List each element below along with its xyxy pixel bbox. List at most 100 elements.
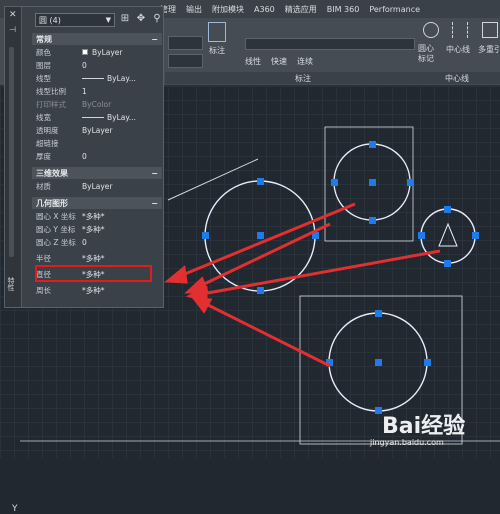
prop-value: 0 bbox=[82, 237, 87, 247]
prop-row-layer[interactable]: 图层 0 bbox=[32, 59, 162, 71]
grips-circle-4 bbox=[326, 310, 431, 414]
prop-row-plot-style[interactable]: 打印样式 ByColor bbox=[32, 98, 162, 110]
group-label-dimension[interactable]: 标注 bbox=[295, 73, 311, 84]
prop-row-material[interactable]: 材质 ByLayer bbox=[32, 180, 162, 192]
prop-key: 材质 bbox=[36, 181, 51, 191]
prop-row-linetype-scale[interactable]: 线型比例 1 bbox=[32, 85, 162, 97]
palette-scrollbar[interactable] bbox=[9, 47, 14, 257]
prop-row-radius[interactable]: 半径 *多种* bbox=[32, 252, 162, 264]
dimension-button[interactable]: 标注 bbox=[209, 45, 225, 56]
section-general[interactable]: 常规 − bbox=[32, 33, 162, 45]
prop-key: 线宽 bbox=[36, 112, 51, 122]
tab-addins[interactable]: 附加模块 bbox=[212, 4, 244, 15]
tab-bim360[interactable]: BIM 360 bbox=[327, 5, 360, 14]
select-objects-icon[interactable]: ✥ bbox=[135, 13, 147, 25]
prop-value: ByLayer bbox=[82, 48, 123, 57]
centerline-button[interactable]: 中心线 bbox=[446, 44, 470, 55]
prop-row-hyperlink[interactable]: 超链接 bbox=[32, 137, 162, 149]
prop-value: ByLayer bbox=[82, 181, 113, 191]
section-general-label: 常规 bbox=[36, 34, 52, 44]
lineweight-value: ByLay... bbox=[107, 112, 136, 122]
tab-a360[interactable]: A360 bbox=[254, 5, 275, 14]
prop-key: 圆心 X 坐标 bbox=[36, 211, 76, 221]
prop-key: 圆心 Z 坐标 bbox=[36, 237, 76, 247]
color-value: ByLayer bbox=[92, 47, 123, 57]
baidu-watermark: Bai经验 jingyan.baidu.com bbox=[352, 408, 492, 454]
triangle-object bbox=[438, 222, 458, 247]
ucs-y-label: Y bbox=[12, 504, 18, 514]
prop-key: 周长 bbox=[36, 285, 51, 295]
prop-value: *多种* bbox=[82, 253, 105, 263]
prop-value: 0 bbox=[82, 60, 87, 70]
continue-dim-button[interactable]: 连续 bbox=[297, 56, 313, 67]
prop-key: 打印样式 bbox=[36, 99, 66, 109]
color-swatch-icon bbox=[82, 49, 88, 55]
tab-featured-apps[interactable]: 精选应用 bbox=[285, 4, 317, 15]
pin-icon[interactable]: ⊣ bbox=[9, 25, 16, 34]
linetype-value: ByLay... bbox=[107, 73, 136, 83]
line-object bbox=[167, 158, 259, 201]
center-mark-icon[interactable] bbox=[423, 22, 439, 38]
ribbon-group-labels: 标注 中心线 bbox=[165, 72, 500, 84]
close-icon[interactable]: ✕ bbox=[9, 10, 17, 20]
prop-value: 0 bbox=[82, 151, 87, 161]
prop-row-center-z[interactable]: 圆心 Z 坐标 0 bbox=[32, 236, 162, 248]
prop-row-center-y[interactable]: 圆心 Y 坐标 *多种* bbox=[32, 223, 162, 235]
section-3d-effects[interactable]: 三维效果 − bbox=[32, 167, 162, 179]
prop-value: *多种* bbox=[82, 285, 105, 295]
prop-key: 图层 bbox=[36, 60, 51, 70]
circle-3 bbox=[420, 208, 476, 264]
centerline-icon[interactable] bbox=[452, 22, 468, 38]
palette-side-strip: ✕ ⊣ 特性 bbox=[5, 7, 22, 307]
multileader-button[interactable]: 多重引线 bbox=[478, 44, 500, 55]
collapse-icon[interactable]: − bbox=[151, 35, 158, 44]
watermark-logo: Bai经验 bbox=[382, 414, 466, 439]
prop-value: ByColor bbox=[82, 99, 112, 109]
lineweight-sample bbox=[82, 116, 104, 118]
quick-select-icon[interactable]: ⚲ bbox=[151, 13, 163, 25]
prop-value: ByLayer bbox=[82, 125, 113, 135]
grips-circle-2 bbox=[331, 141, 414, 224]
selection-value: 圆 (4) bbox=[39, 15, 61, 25]
prop-value: 1 bbox=[82, 86, 87, 96]
collapse-icon[interactable]: − bbox=[151, 169, 158, 178]
prop-key: 半径 bbox=[36, 253, 51, 263]
prop-key: 圆心 Y 坐标 bbox=[36, 224, 76, 234]
layer-combo[interactable] bbox=[168, 36, 203, 50]
prop-row-lineweight[interactable]: 线宽 ByLay... bbox=[32, 111, 162, 123]
quick-dim-button[interactable]: 快速 bbox=[271, 56, 287, 67]
prop-key: 线型比例 bbox=[36, 86, 66, 96]
group-label-centerline[interactable]: 中心线 bbox=[445, 73, 469, 84]
watermark-url: jingyan.baidu.com bbox=[370, 438, 444, 447]
linear-dim-button[interactable]: 线性 bbox=[245, 56, 261, 67]
prop-value: ByLay... bbox=[82, 113, 136, 122]
tab-output[interactable]: 输出 bbox=[186, 4, 202, 15]
diameter-highlight-box bbox=[35, 265, 152, 282]
chevron-down-icon: ▼ bbox=[105, 16, 111, 24]
prop-row-center-x[interactable]: 圆心 X 坐标 *多种* bbox=[32, 210, 162, 222]
collapse-icon[interactable]: − bbox=[151, 199, 158, 208]
prop-row-color[interactable]: 颜色 ByLayer bbox=[32, 46, 162, 58]
dimension-icon[interactable] bbox=[208, 22, 226, 42]
prop-key: 厚度 bbox=[36, 151, 51, 161]
selection-combo[interactable]: 圆 (4) ▼ bbox=[35, 13, 115, 27]
center-mark-button[interactable]: 圆心标记 bbox=[418, 44, 440, 64]
style-combo[interactable] bbox=[168, 54, 203, 68]
prop-row-circumference[interactable]: 周长 *多种* bbox=[32, 284, 162, 296]
prop-key: 线型 bbox=[36, 73, 51, 83]
prop-row-linetype[interactable]: 线型 ByLay... bbox=[32, 72, 162, 84]
section-geometry-label: 几何图形 bbox=[36, 198, 68, 208]
section-geometry[interactable]: 几何图形 − bbox=[32, 197, 162, 209]
dim-tools-row: 线性 快速 连续 bbox=[245, 56, 313, 67]
prop-key: 超链接 bbox=[36, 138, 59, 148]
dim-style-combo[interactable] bbox=[245, 38, 415, 50]
multileader-icon[interactable] bbox=[482, 22, 498, 38]
grips-circle-3 bbox=[418, 206, 479, 267]
annotation-arrows bbox=[164, 202, 441, 368]
prop-row-thickness[interactable]: 厚度 0 bbox=[32, 150, 162, 162]
prop-value: ByLay... bbox=[82, 74, 136, 83]
prop-row-transparency[interactable]: 透明度 ByLayer bbox=[32, 124, 162, 136]
tab-performance[interactable]: Performance bbox=[369, 5, 420, 14]
properties-palette: ✕ ⊣ 特性 圆 (4) ▼ ⊞ ✥ ⚲ 常规 − 颜色 ByLayer 图层 … bbox=[4, 6, 164, 308]
toggle-pickadd-icon[interactable]: ⊞ bbox=[119, 13, 131, 25]
